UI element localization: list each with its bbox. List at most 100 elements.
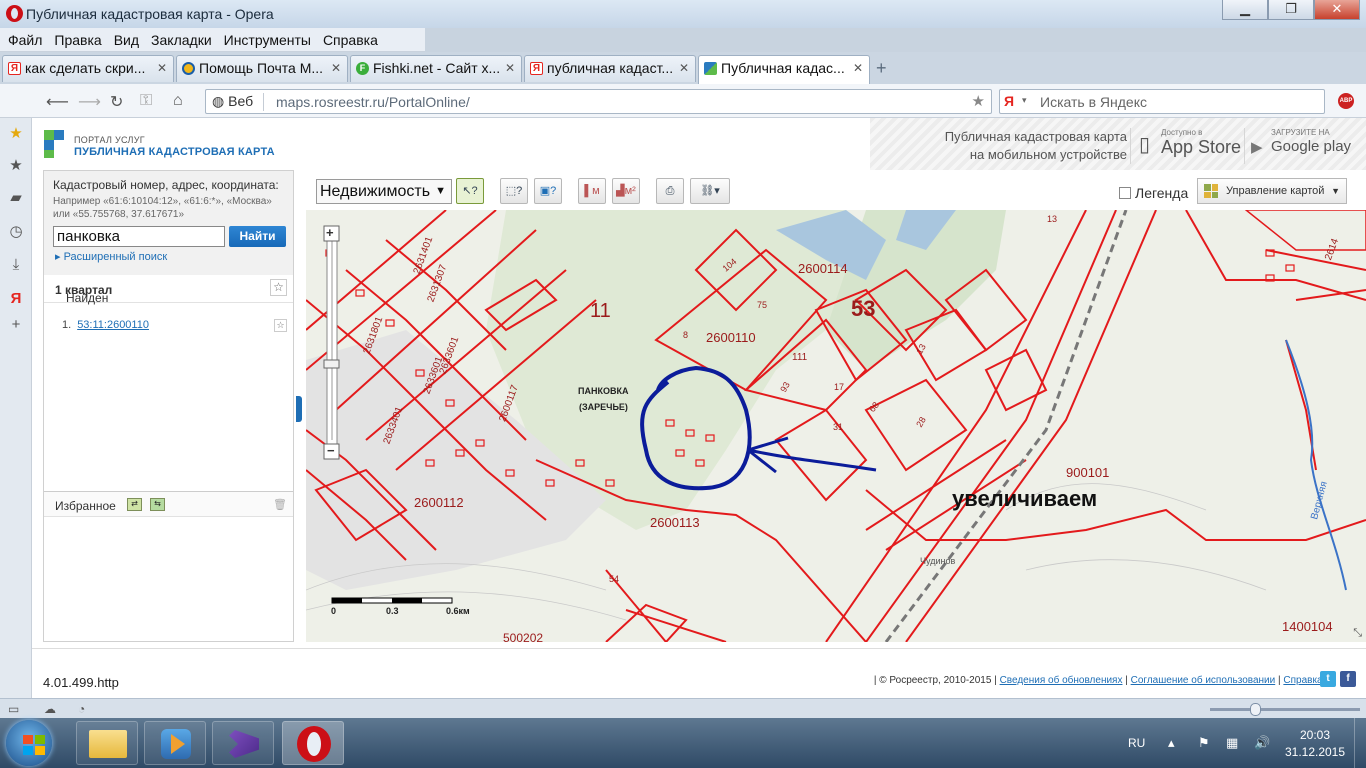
taskbar-visual-studio[interactable]: [212, 721, 274, 765]
zoom-out-minus-icon[interactable]: −: [327, 443, 335, 458]
url-text[interactable]: maps.rosreestr.ru/PortalOnline/: [276, 94, 470, 110]
history-clock-icon[interactable]: ◷: [8, 222, 24, 240]
network-icon[interactable]: ▦: [1226, 735, 1238, 751]
parcel-label: 2600110: [706, 330, 756, 345]
action-center-flag-icon[interactable]: ⚑: [1198, 735, 1210, 751]
appstore-button[interactable]: ▯ Доступно в App Store: [1130, 128, 1242, 164]
scale-label: 0.6км: [446, 606, 470, 616]
cloud-icon[interactable]: ☁: [44, 702, 56, 716]
chevron-down-icon[interactable]: ▾: [1022, 95, 1027, 106]
updates-link[interactable]: Сведения об обновлениях: [1000, 675, 1123, 686]
adblock-icon[interactable]: ABP: [1338, 93, 1354, 109]
language-indicator[interactable]: RU: [1128, 736, 1145, 750]
maximize-button[interactable]: ❐: [1268, 0, 1314, 20]
favorites-import-icon[interactable]: ⇆: [150, 498, 165, 511]
star-icon[interactable]: ★: [8, 124, 24, 142]
trash-icon[interactable]: 🗑: [273, 498, 287, 511]
menu-bookmarks[interactable]: Закладки: [151, 32, 212, 48]
opera-icon[interactable]: [6, 5, 23, 22]
twitter-icon[interactable]: t: [1320, 671, 1336, 687]
speed-dial-icon[interactable]: ◔: [78, 702, 85, 716]
result-item[interactable]: 1. 53:11:2600110: [62, 319, 149, 331]
measure-area-button[interactable]: ▟м²: [612, 178, 640, 204]
volume-icon[interactable]: 🔊: [1254, 735, 1270, 751]
portal-logo-icon[interactable]: [42, 128, 66, 160]
taskbar-opera[interactable]: [282, 721, 344, 765]
resize-corner-icon[interactable]: ⤡: [1353, 627, 1362, 640]
panel-toggle-icon[interactable]: ▭: [8, 702, 19, 716]
start-button[interactable]: [6, 720, 52, 766]
tab-1[interactable]: Я как сделать скри... ✕: [2, 55, 174, 82]
taskbar-explorer[interactable]: [76, 721, 138, 765]
address-field[interactable]: ◍ Веб maps.rosreestr.ru/PortalOnline/ ★: [205, 89, 992, 114]
tab-4[interactable]: Я публичная кадаст... ✕: [524, 55, 696, 82]
web-badge[interactable]: ◍ Веб: [212, 93, 253, 110]
legend-toggle[interactable]: Легенда: [1119, 185, 1188, 201]
link-button[interactable]: ⛓▾: [690, 178, 730, 204]
taskbar-media-player[interactable]: [144, 721, 206, 765]
yandex-panel-icon[interactable]: Я: [8, 290, 24, 307]
tab-close-icon[interactable]: ✕: [853, 56, 863, 81]
search-input[interactable]: панковка: [53, 226, 225, 247]
tab-close-icon[interactable]: ✕: [679, 56, 689, 81]
legend-checkbox[interactable]: [1119, 187, 1131, 199]
measure-button[interactable]: ▌м: [578, 178, 606, 204]
tab-3[interactable]: F Fishki.net - Сайт х... ✕: [350, 55, 522, 82]
zoom-in-plus-icon[interactable]: +: [326, 225, 334, 240]
tab-close-icon[interactable]: ✕: [331, 56, 341, 81]
yandex-logo-icon[interactable]: Я: [1004, 93, 1014, 109]
menu-help[interactable]: Справка: [323, 32, 378, 48]
layer-select[interactable]: Недвижимость ▼: [316, 179, 452, 204]
tab-2[interactable]: Помощь Почта M... ✕: [176, 55, 348, 82]
panel-collapse-handle[interactable]: [296, 396, 302, 422]
select-pointer-button[interactable]: ↖?: [456, 178, 484, 204]
yandex-search-field[interactable]: Я ▾ Искать в Яндекс: [999, 89, 1325, 114]
key-icon[interactable]: ⚿: [140, 92, 152, 110]
reload-icon[interactable]: ↻: [110, 92, 123, 112]
help-link[interactable]: Справка: [1283, 675, 1322, 686]
menu-edit[interactable]: Правка: [54, 32, 101, 48]
find-button[interactable]: Найти: [229, 226, 286, 247]
facebook-icon[interactable]: f: [1340, 671, 1356, 687]
place-name: ПАНКОВКА: [578, 386, 629, 396]
identify-button[interactable]: ⬚?: [500, 178, 528, 204]
system-clock[interactable]: 20:03 31.12.2015: [1284, 727, 1346, 761]
page-zoom-slider[interactable]: [1210, 703, 1360, 716]
result-link[interactable]: 53:11:2600110: [77, 319, 149, 331]
parcel-label: 2600112: [414, 495, 464, 510]
new-tab-plus-icon[interactable]: +: [876, 58, 887, 79]
print-button[interactable]: ⎙: [656, 178, 684, 204]
forward-arrow-icon[interactable]: ⟶: [78, 92, 101, 112]
agreement-link[interactable]: Соглашение об использовании: [1131, 675, 1276, 686]
map-control-button[interactable]: Управление картой ▼: [1197, 178, 1347, 204]
tab-close-icon[interactable]: ✕: [157, 56, 167, 81]
menu-tools[interactable]: Инструменты: [224, 32, 311, 48]
found-header: Найден 1 квартал ☆: [44, 275, 293, 305]
tab-close-icon[interactable]: ✕: [505, 56, 515, 81]
zoom-slider-thumb[interactable]: [1250, 703, 1261, 716]
separator: |: [991, 675, 1000, 686]
close-button[interactable]: ✕: [1314, 0, 1360, 20]
tray-chevron-icon[interactable]: ▴: [1168, 735, 1175, 751]
portal-title[interactable]: ПУБЛИЧНАЯ КАДАСТРОВАЯ КАРТА: [74, 146, 275, 158]
downloads-icon[interactable]: ⤓: [8, 256, 24, 273]
result-star-icon[interactable]: ☆: [274, 319, 287, 332]
menu-view[interactable]: Вид: [114, 32, 139, 48]
home-icon[interactable]: ⌂: [173, 92, 183, 110]
cadastral-map[interactable]: + − 11 53 2600114 2600110 2600113 260011…: [306, 210, 1366, 642]
favorite-star-icon[interactable]: ☆: [270, 279, 287, 296]
bookmarks-star-icon[interactable]: ★: [8, 156, 24, 174]
google-play-button[interactable]: ▶ ЗАГРУЗИТЕ НА Google play: [1244, 128, 1364, 164]
add-panel-plus-icon[interactable]: +: [8, 316, 24, 333]
back-arrow-icon[interactable]: ⟵: [46, 92, 69, 112]
show-desktop-button[interactable]: [1354, 718, 1366, 768]
menu-file[interactable]: Файл: [8, 32, 42, 48]
notes-icon[interactable]: ▰: [8, 188, 24, 206]
parcel-label: 500202: [503, 631, 544, 642]
bookmark-star-icon[interactable]: ★: [972, 92, 985, 110]
advanced-search-link[interactable]: ▸ Расширенный поиск: [55, 250, 167, 263]
minimize-button[interactable]: ▁: [1222, 0, 1268, 20]
favorites-export-icon[interactable]: ⇄: [127, 498, 142, 511]
tab-5-active[interactable]: Публичная кадас... ✕: [698, 55, 870, 84]
info-button[interactable]: ▣?: [534, 178, 562, 204]
